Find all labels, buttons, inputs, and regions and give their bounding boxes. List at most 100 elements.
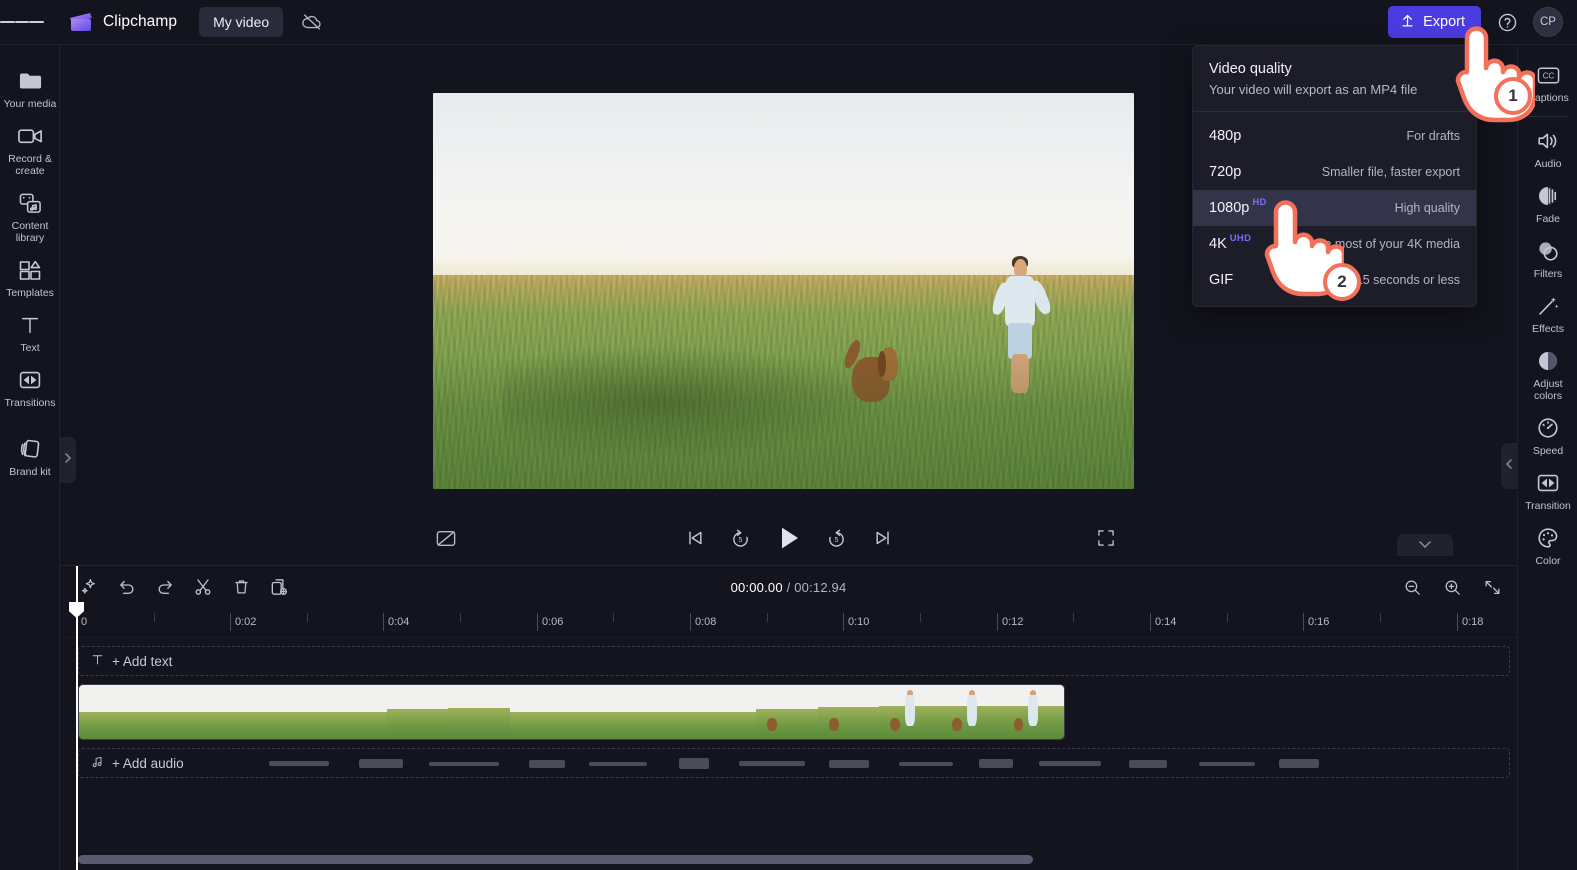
- sidebar-item-label: Audio: [1534, 158, 1562, 170]
- option-resolution: 480p: [1209, 128, 1242, 144]
- quality-option-1080p[interactable]: 1080p HD High quality: [1193, 190, 1476, 226]
- sidebar-item-speed[interactable]: Speed: [1518, 408, 1577, 463]
- ruler-tick: 0:14: [1150, 613, 1176, 631]
- project-name-chip[interactable]: My video: [199, 7, 284, 37]
- ruler-tick: 0:06: [537, 613, 563, 631]
- ruler-tick: 0:18: [1457, 613, 1483, 631]
- export-button-label: Export: [1423, 14, 1465, 30]
- sidebar-item-label: Transition: [1525, 500, 1571, 512]
- sidebar-item-effects[interactable]: Effects: [1518, 286, 1577, 341]
- video-clip[interactable]: [78, 684, 1065, 740]
- sidebar-item-label: Adjust colors: [1533, 378, 1563, 402]
- add-text-track[interactable]: + Add text: [78, 646, 1510, 676]
- option-resolution: 720p: [1209, 164, 1242, 180]
- timeline-toolbar: 00:00.00 / 00:12.94: [60, 566, 1517, 608]
- forward-5-icon[interactable]: 5: [821, 522, 853, 554]
- svg-text:5: 5: [835, 537, 839, 544]
- sidebar-item-filters[interactable]: Filters: [1518, 231, 1577, 286]
- sidebar-item-text[interactable]: Text: [0, 305, 60, 360]
- top-bar-right-group: Export CP: [1388, 6, 1577, 38]
- upload-arrow-icon: [1400, 13, 1415, 32]
- timeline-time-readout: 00:00.00 / 00:12.94: [60, 580, 1517, 595]
- ruler-minor-tick: [1073, 613, 1074, 622]
- zoom-in-icon[interactable]: [1437, 572, 1467, 602]
- timeline-tracks: + Add text + Add audio: [60, 638, 1517, 843]
- fullscreen-icon[interactable]: [1090, 522, 1122, 554]
- ruler-tick: 0:08: [690, 613, 716, 631]
- playhead[interactable]: [69, 566, 84, 870]
- sidebar-item-transition[interactable]: Transition: [1518, 463, 1577, 518]
- sidebar-item-content-library[interactable]: Content library: [0, 183, 60, 250]
- hamburger-menu-icon[interactable]: [0, 0, 45, 45]
- sidebar-item-fade[interactable]: Fade: [1518, 176, 1577, 231]
- cloud-off-icon[interactable]: [297, 7, 327, 37]
- sidebar-item-label: Content library: [11, 220, 49, 244]
- ruler-tick: 0:16: [1303, 613, 1329, 631]
- sidebar-item-record-create[interactable]: Record & create: [0, 116, 60, 183]
- ruler-minor-tick: [460, 613, 461, 622]
- add-audio-label: + Add audio: [112, 755, 184, 771]
- fit-arrows-icon[interactable]: [1477, 572, 1507, 602]
- timeline-scrollbar-track[interactable]: [78, 855, 1510, 864]
- help-circle-icon[interactable]: [1493, 8, 1521, 36]
- option-badge-hd: HD: [1252, 197, 1267, 208]
- transition-icon: [1536, 471, 1560, 495]
- play-button[interactable]: [771, 520, 807, 556]
- sidebar-item-label: Filters: [1533, 268, 1563, 280]
- export-button[interactable]: Export: [1388, 6, 1481, 38]
- content-library-icon: [18, 191, 43, 215]
- preview-collapse-down-handle[interactable]: [1397, 534, 1453, 556]
- current-time: 00:00.00: [730, 579, 783, 595]
- filters-circles-icon: [1536, 239, 1560, 263]
- quality-option-720p[interactable]: 720p Smaller file, faster export: [1193, 154, 1476, 190]
- sidebar-item-audio[interactable]: Audio: [1518, 121, 1577, 176]
- sidebar-item-transitions[interactable]: Transitions: [0, 360, 60, 415]
- timeline-panel: 00:00.00 / 00:12.94 0 0:02 0:04 0:06 0:0…: [60, 565, 1517, 870]
- sidebar-item-label: Brand kit: [9, 466, 51, 478]
- svg-text:CC: CC: [1542, 71, 1554, 80]
- timeline-ruler[interactable]: 0 0:02 0:04 0:06 0:08 0:10 0:12 0:14 0:1…: [60, 608, 1517, 638]
- sidebar-item-label: Effects: [1532, 323, 1564, 335]
- ruler-minor-tick: [307, 613, 308, 622]
- sidebar-item-your-media[interactable]: Your media: [0, 61, 60, 116]
- skip-previous-icon[interactable]: [679, 522, 711, 554]
- left-panel-expand-handle[interactable]: [60, 437, 76, 483]
- cc-captions-icon: CC: [1536, 63, 1561, 87]
- right-panel-collapse-handle[interactable]: [1501, 443, 1517, 489]
- video-camera-icon: [17, 124, 44, 148]
- fade-icon: [1536, 184, 1560, 208]
- sidebar-item-brand-kit[interactable]: Brand kit: [0, 429, 60, 484]
- clipchamp-logo-icon: [68, 11, 94, 33]
- sidebar-item-adjust-colors[interactable]: Adjust colors: [1518, 341, 1577, 408]
- clipchamp-editor-window: Clipchamp My video Export CP Your media …: [0, 0, 1577, 870]
- step-badge-1: 1: [1494, 77, 1532, 115]
- ruler-minor-tick: [1380, 613, 1381, 622]
- video-preview[interactable]: Video preview: a boy in a light blue shi…: [433, 93, 1134, 489]
- sidebar-item-label: Color: [1535, 555, 1561, 567]
- brand: Clipchamp: [68, 11, 177, 33]
- sidebar-item-label: Templates: [6, 287, 54, 299]
- quality-option-4k[interactable]: 4K UHD Make the most of your 4K media: [1193, 226, 1476, 262]
- right-sidebar: CC Captions Audio Fade Filters Effects A…: [1517, 45, 1577, 870]
- preview-foreground-grass: [433, 354, 1134, 489]
- timeline-scrollbar-thumb[interactable]: [78, 855, 1033, 864]
- speaker-icon: [1536, 129, 1560, 153]
- sidebar-item-label: Captions: [1527, 92, 1569, 104]
- time-separator: /: [782, 579, 795, 595]
- sidebar-item-color[interactable]: Color: [1518, 518, 1577, 573]
- skip-next-icon[interactable]: [867, 522, 899, 554]
- option-description: For drafts: [1406, 129, 1461, 143]
- add-audio-track[interactable]: + Add audio: [78, 748, 1510, 778]
- brand-kit-icon: [18, 437, 42, 461]
- zoom-out-icon[interactable]: [1397, 572, 1427, 602]
- option-resolution: 4K: [1209, 236, 1227, 252]
- option-description: High quality: [1394, 201, 1460, 215]
- sidebar-item-templates[interactable]: Templates: [0, 250, 60, 305]
- step-badge-2: 2: [1323, 263, 1361, 301]
- quality-option-480p[interactable]: 480p For drafts: [1193, 118, 1476, 154]
- replay-5-icon[interactable]: 5: [725, 522, 757, 554]
- sidebar-item-label: Transitions: [4, 397, 56, 409]
- dropdown-subtitle: Your video will export as an MP4 file: [1209, 82, 1418, 97]
- dropdown-header: Video quality Your video will export as …: [1193, 46, 1476, 112]
- avatar[interactable]: CP: [1533, 7, 1563, 37]
